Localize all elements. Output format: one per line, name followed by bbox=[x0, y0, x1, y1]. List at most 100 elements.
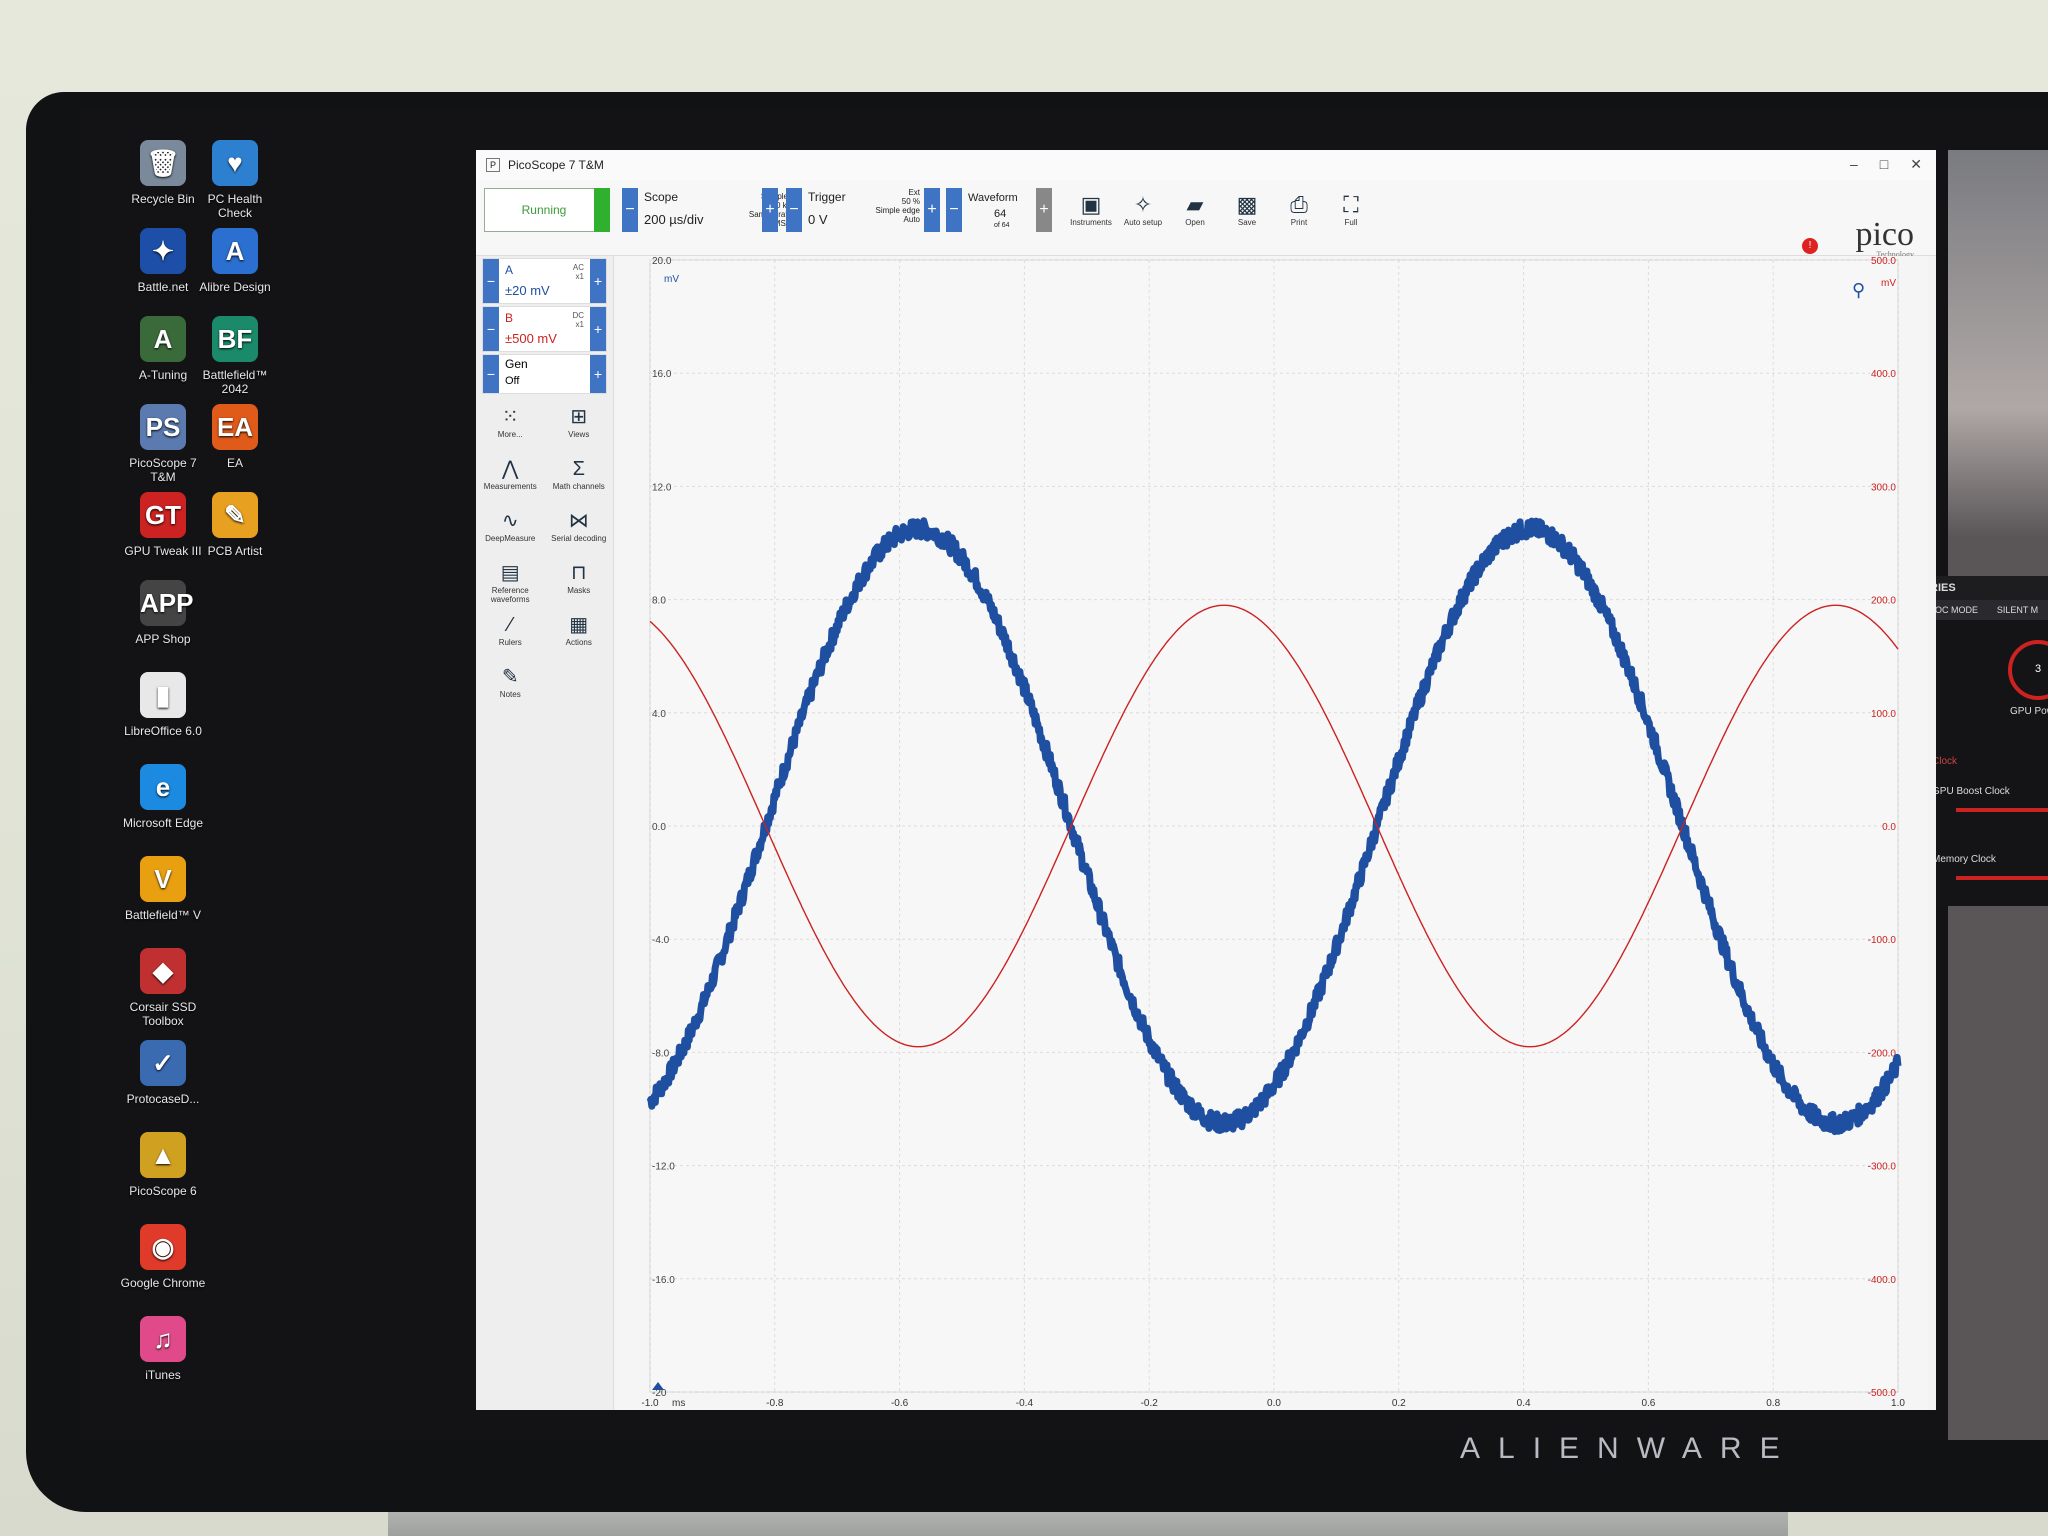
timebase-decrease-button[interactable]: − bbox=[622, 188, 638, 232]
picoscope-window: P PicoScope 7 T&M – □ ✕ Running − Scope … bbox=[476, 150, 1936, 1410]
generator-name: Gen bbox=[505, 357, 528, 371]
desktop-icon-pcb-artist[interactable]: ✎ PCB Artist bbox=[190, 492, 280, 558]
trigger-level[interactable]: 0 V bbox=[808, 212, 828, 227]
app-icon: A bbox=[140, 316, 186, 362]
close-button[interactable]: ✕ bbox=[1910, 156, 1922, 173]
generator-state[interactable]: Off bbox=[505, 375, 519, 387]
right-tick-label: 200.0 bbox=[1871, 596, 1896, 607]
channel-a-decrease[interactable]: − bbox=[483, 259, 499, 303]
alert-icon[interactable]: ! bbox=[1802, 238, 1818, 254]
actions-button[interactable]: ▦ Actions bbox=[545, 612, 614, 660]
notes-button[interactable]: ✎ Notes bbox=[476, 664, 545, 712]
desktop-icon-corsair-ssd-toolbox[interactable]: ◆ Corsair SSD Toolbox bbox=[118, 948, 208, 1028]
desktop-icon-label: ProtocaseD... bbox=[126, 1092, 200, 1106]
left-tick-label: -12.0 bbox=[652, 1162, 675, 1173]
views-icon: ⊞ bbox=[570, 406, 588, 428]
left-tick-label: 8.0 bbox=[652, 596, 666, 607]
reference-waveforms-button[interactable]: ▤ Reference waveforms bbox=[476, 560, 545, 608]
trigger-mode: Auto bbox=[903, 215, 920, 224]
instruments-button[interactable]: ▣ Instruments bbox=[1068, 192, 1114, 227]
monitor-brand: ALIENWARE bbox=[1460, 1432, 1798, 1465]
channel-b-range[interactable]: ±500 mV bbox=[505, 331, 557, 346]
tab-silent-mode[interactable]: SILENT M bbox=[1987, 600, 2048, 620]
channel-b-control[interactable]: − B DC x1 ±500 mV + bbox=[482, 306, 607, 352]
desktop-icon-google-chrome[interactable]: ◉ Google Chrome bbox=[118, 1224, 208, 1290]
channel-b-increase[interactable]: + bbox=[590, 307, 606, 351]
full-screen-button[interactable]: ⛶ Full bbox=[1328, 192, 1374, 227]
deepmeasure-icon: ∿ bbox=[501, 510, 519, 532]
trigger-increase-button[interactable]: + bbox=[924, 188, 940, 232]
channel-a-control[interactable]: − A AC x1 ±20 mV + bbox=[482, 258, 607, 304]
save-button[interactable]: ▩ Save bbox=[1224, 192, 1270, 227]
trigger-decrease-button[interactable]: − bbox=[786, 188, 802, 232]
math-channels-button[interactable]: Σ Math channels bbox=[545, 456, 614, 504]
waveform-previous-button[interactable]: − bbox=[946, 188, 962, 232]
app-icon: e bbox=[140, 764, 186, 810]
desktop-icon-alibre-design[interactable]: A Alibre Design bbox=[190, 228, 280, 294]
desktop-icon-protocased[interactable]: ✓ ProtocaseD... bbox=[118, 1040, 208, 1106]
desktop-icon-libreoffice-6-0[interactable]: ▮ LibreOffice 6.0 bbox=[118, 672, 208, 738]
desktop-icon-itunes[interactable]: ♫ iTunes bbox=[118, 1316, 208, 1382]
desktop-icon-label: PCB Artist bbox=[207, 544, 263, 558]
desktop-icon-label: PicoScope 6 bbox=[129, 1184, 197, 1198]
left-axis-unit: mV bbox=[664, 274, 679, 285]
deepmeasure-button[interactable]: ∿ DeepMeasure bbox=[476, 508, 545, 556]
desktop-icon-app-shop[interactable]: APP APP Shop bbox=[118, 580, 208, 646]
app-icon: V bbox=[140, 856, 186, 902]
x-tick-label: -0.8 bbox=[766, 1398, 784, 1409]
measurements-button[interactable]: ⋀ Measurements bbox=[476, 456, 545, 504]
generator-increase[interactable]: + bbox=[590, 355, 606, 393]
desktop-icon-label: Alibre Design bbox=[199, 280, 271, 294]
channel-a-range[interactable]: ±20 mV bbox=[505, 283, 550, 298]
trigger-percent: 50 % bbox=[901, 197, 920, 206]
x-tick-label: -0.4 bbox=[1016, 1398, 1034, 1409]
auto-setup-button[interactable]: ✧ Auto setup bbox=[1120, 192, 1166, 227]
waveform-next-button[interactable]: + bbox=[1036, 188, 1052, 232]
maximize-button[interactable]: □ bbox=[1880, 156, 1888, 173]
desktop-icon-label: APP Shop bbox=[135, 632, 191, 646]
desktop-icon-ea[interactable]: EA EA bbox=[190, 404, 280, 470]
toolbar: Running − Scope 200 µs/div Samples 20 kS… bbox=[476, 180, 1936, 259]
channel-a-increase[interactable]: + bbox=[590, 259, 606, 303]
x-tick-label: -0.2 bbox=[1141, 1398, 1159, 1409]
desktop-icon-label: EA bbox=[226, 456, 243, 470]
left-tick-label: -16.0 bbox=[652, 1275, 675, 1286]
desktop-icon-microsoft-edge[interactable]: e Microsoft Edge bbox=[118, 764, 208, 830]
serial-decoding-button[interactable]: ⋈ Serial decoding bbox=[545, 508, 614, 556]
app-icon: PS bbox=[140, 404, 186, 450]
open-button[interactable]: ▰ Open bbox=[1172, 192, 1218, 227]
save-icon: ▩ bbox=[1236, 192, 1258, 217]
scope-plot-area[interactable]: -1.0 -0.8 -0.6 -0.4 -0.2 0.0 0.2 0.4 0.6 0.8 1.0 ms… bbox=[616, 256, 1928, 1410]
memory-clock-slider[interactable] bbox=[1956, 876, 2048, 880]
desktop-icon-label: Microsoft Edge bbox=[122, 816, 204, 830]
gpu-window-header: RIES bbox=[1926, 576, 2048, 600]
mask-icon: ⊓ bbox=[570, 562, 587, 584]
masks-button[interactable]: ⊓ Masks bbox=[545, 560, 614, 608]
run-stop-button[interactable]: Running bbox=[484, 188, 604, 232]
views-button[interactable]: ⊞ Views bbox=[545, 404, 614, 452]
sigma-icon: Σ bbox=[572, 458, 585, 480]
generator-decrease[interactable]: − bbox=[483, 355, 499, 393]
samples-increase-button[interactable]: + bbox=[762, 188, 778, 232]
run-indicator bbox=[594, 188, 610, 232]
desktop-icon-battlefield-v[interactable]: V Battlefield™ V bbox=[118, 856, 208, 922]
minimize-button[interactable]: – bbox=[1850, 156, 1858, 173]
waveform-group: − Waveform 64 of 64 + bbox=[946, 188, 1056, 244]
more-button[interactable]: ⁙ More... bbox=[476, 404, 545, 452]
measurements-icon: ⋀ bbox=[502, 458, 519, 480]
channel-a-coupling: AC x1 bbox=[572, 263, 584, 281]
channel-b-decrease[interactable]: − bbox=[483, 307, 499, 351]
desktop-icon-battlefield-2042[interactable]: BF Battlefield™ 2042 bbox=[190, 316, 280, 396]
clock-section-title: Clock bbox=[1932, 756, 1958, 767]
samples-increase: + bbox=[762, 188, 778, 244]
desktop-icon-picoscope-6[interactable]: ▲ PicoScope 6 bbox=[118, 1132, 208, 1198]
trigger-source: Ext bbox=[908, 188, 920, 197]
print-button[interactable]: ⎙ Print bbox=[1276, 192, 1322, 227]
x-tick-label: 0.8 bbox=[1766, 1398, 1780, 1409]
gpu-boost-clock-slider[interactable] bbox=[1956, 808, 2048, 812]
desktop-icon-pc-health-check[interactable]: ♥ PC Health Check bbox=[190, 140, 280, 220]
rulers-button[interactable]: ⁄ Rulers bbox=[476, 612, 545, 660]
waveform-index[interactable]: 64 bbox=[994, 208, 1006, 220]
zoom-icon[interactable]: ⚲ bbox=[1852, 280, 1865, 301]
generator-control[interactable]: − Gen Off + bbox=[482, 354, 607, 394]
